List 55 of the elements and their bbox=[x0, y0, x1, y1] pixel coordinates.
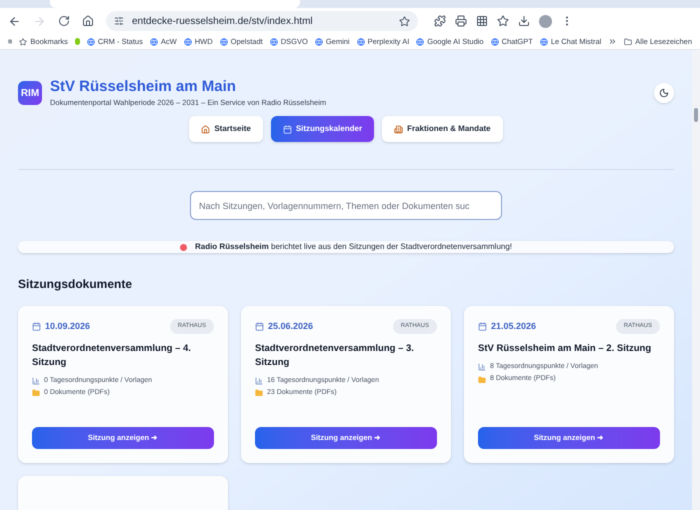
grid-icon[interactable] bbox=[476, 15, 488, 27]
globe-icon bbox=[416, 38, 424, 46]
folder-icon bbox=[624, 38, 632, 46]
meeting-date: 10.09.2026 bbox=[45, 320, 90, 333]
dark-mode-toggle[interactable] bbox=[654, 83, 674, 103]
globe-icon bbox=[540, 38, 548, 46]
home-icon[interactable] bbox=[82, 15, 94, 27]
home-icon bbox=[201, 124, 210, 134]
globe-icon bbox=[184, 38, 192, 46]
logo: RIM bbox=[18, 81, 42, 105]
extensions-icon[interactable] bbox=[434, 15, 446, 27]
meeting-title: Stadtverordnetenversammlung – 4. Sitzung bbox=[32, 342, 192, 370]
globe-icon bbox=[86, 38, 95, 46]
globe-icon bbox=[270, 38, 278, 46]
back-icon[interactable] bbox=[8, 14, 21, 28]
reload-icon[interactable] bbox=[58, 15, 70, 27]
globe-icon bbox=[356, 38, 365, 46]
meeting-title: StV Rüsselsheim am Main – 2. Sitzung bbox=[478, 342, 652, 356]
meeting-date: 21.05.2026 bbox=[491, 320, 536, 333]
star-icon bbox=[19, 38, 28, 46]
more-bookmarks-icon[interactable] bbox=[608, 37, 618, 46]
globe-icon bbox=[490, 38, 499, 46]
globe-icon bbox=[220, 38, 228, 46]
calendar-icon bbox=[32, 322, 41, 331]
site-settings-icon[interactable] bbox=[114, 16, 124, 26]
banner-text: Radio Rüsselsheim berichtet live aus den Sitzungen der Stadtverordnetenversammlung! bbox=[194, 241, 512, 253]
nav-tab[interactable]: Fraktionen & Mandate bbox=[382, 116, 503, 142]
meeting-title: Stadtverordnetenversammlung – 3. Sitzung bbox=[255, 342, 415, 370]
star-icon[interactable] bbox=[497, 15, 509, 27]
chart-icon bbox=[478, 363, 486, 372]
chart-icon bbox=[32, 376, 40, 385]
search-field[interactable]: Nach Sitzungen, Vorlagennummern, Themen oder Dokumenten suc bbox=[190, 191, 502, 220]
folder-icon bbox=[478, 376, 486, 384]
apps-icon[interactable] bbox=[8, 37, 12, 46]
download-icon[interactable] bbox=[518, 15, 530, 27]
star-icon[interactable] bbox=[399, 16, 410, 26]
avatar-icon[interactable] bbox=[539, 14, 552, 28]
calendar-icon bbox=[255, 322, 264, 331]
meeting-date: 25.06.2026 bbox=[268, 320, 314, 333]
address-bar[interactable]: entdecke-ruesselsheim.de/stv/index.html bbox=[106, 11, 418, 31]
moon-icon bbox=[659, 88, 669, 98]
folder-icon bbox=[32, 389, 40, 398]
site-title: StV Rüsselsheim am Main bbox=[50, 78, 237, 97]
globe-icon bbox=[314, 38, 323, 46]
globe-icon bbox=[150, 38, 158, 46]
building-icon bbox=[394, 124, 404, 134]
calendar-icon bbox=[282, 124, 292, 134]
nav-tab[interactable]: Startseite bbox=[189, 116, 263, 142]
nav-tab[interactable]: Sitzungskalender bbox=[270, 116, 374, 142]
calendar-icon bbox=[478, 322, 487, 331]
folder-icon bbox=[255, 389, 263, 398]
url-text: entdecke-ruesselsheim.de/stv/index.html bbox=[132, 14, 314, 28]
chart-icon bbox=[255, 376, 263, 385]
print-icon[interactable] bbox=[455, 15, 467, 27]
section-title: Sitzungsdokumente bbox=[18, 276, 134, 293]
